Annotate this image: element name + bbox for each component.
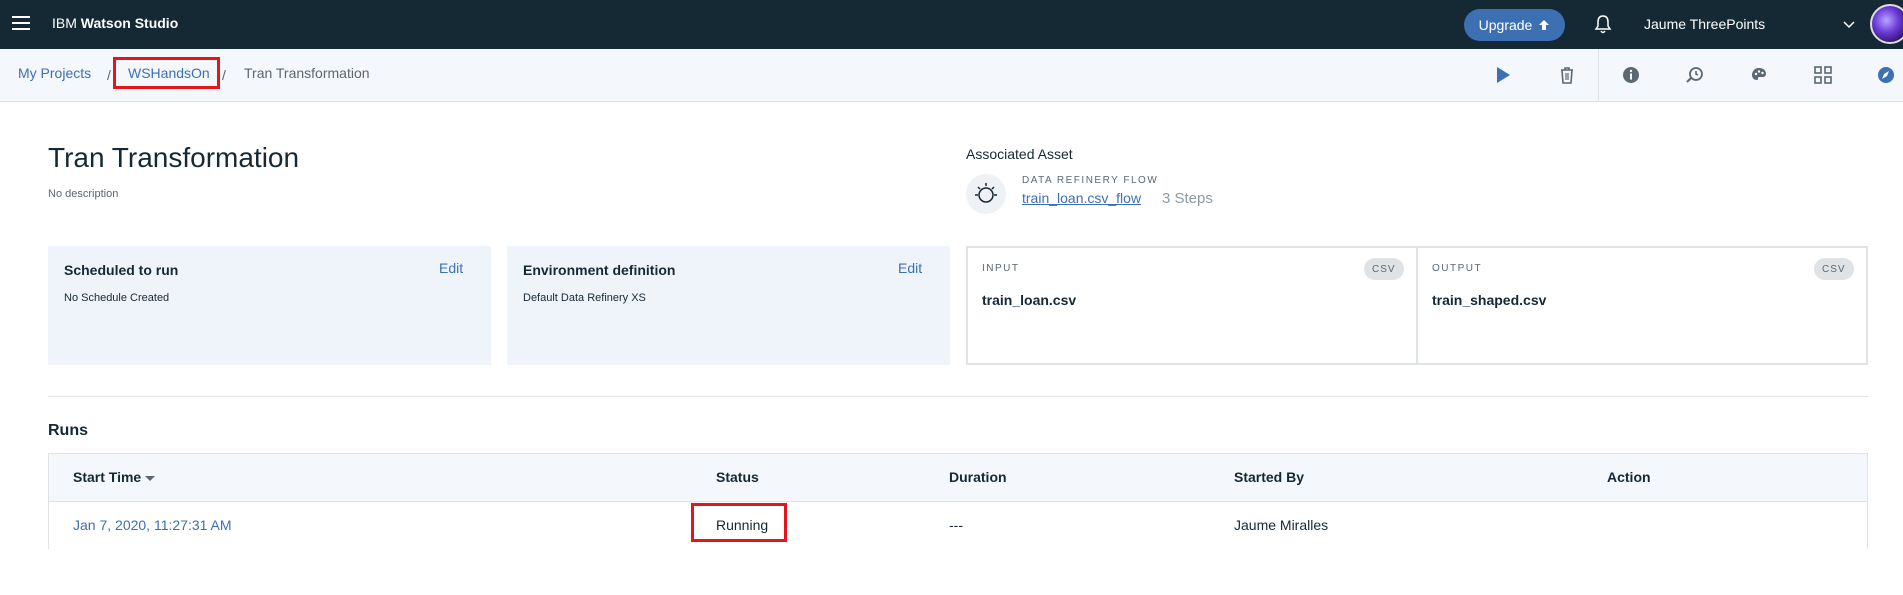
column-header-start-time[interactable]: Start Time [73,469,156,485]
input-card: INPUT CSV train_loan.csv [966,246,1418,365]
table-row: Jan 7, 2020, 11:27:31 AM Running --- Jau… [49,502,1867,549]
column-header-status: Status [716,469,759,485]
highlight-annotation-project [113,57,220,89]
asset-type-kicker: DATA REFINERY FLOW [1022,175,1159,186]
schedule-value: No Schedule Created [64,292,170,304]
data-refinery-flow-icon [966,174,1006,214]
environment-value: Default Data Refinery XS [523,292,646,304]
schedule-card-title: Scheduled to run [64,262,179,278]
sort-down-icon [145,475,156,481]
environment-edit-link[interactable]: Edit [898,260,922,276]
schedule-icon[interactable] [1685,65,1705,85]
toolbar-divider [1598,49,1599,101]
avatar[interactable] [1870,4,1903,44]
notifications-bell-icon[interactable] [1592,13,1614,35]
run-start-time-link[interactable]: Jan 7, 2020, 11:27:31 AM [73,517,232,533]
column-header-duration: Duration [949,469,1007,485]
output-card: OUTPUT CSV train_shaped.csv [1416,246,1868,365]
play-icon[interactable] [1493,65,1513,85]
input-file-name: train_loan.csv [982,292,1077,308]
breadcrumb-separator: / [107,67,111,83]
hamburger-menu-icon[interactable] [12,16,30,30]
info-icon[interactable] [1621,65,1641,85]
upgrade-label: Upgrade [1478,17,1533,33]
environment-card: Environment definition Edit Default Data… [507,246,950,365]
upgrade-arrow-icon [1539,20,1550,30]
environment-card-title: Environment definition [523,262,676,278]
highlight-annotation-status [691,503,787,542]
product-brand[interactable]: IBM Watson Studio [52,15,178,31]
schedule-card: Scheduled to run Edit No Schedule Create… [48,246,491,365]
brand-name: Watson Studio [80,15,179,31]
compass-icon[interactable] [1876,65,1896,85]
column-header-started-by: Started By [1234,469,1305,485]
associated-asset-label: Associated Asset [966,146,1073,162]
runs-table: Start Time Status Duration Started By Ac… [48,453,1868,549]
palette-icon[interactable] [1749,65,1769,85]
breadcrumb-current: Tran Transformation [244,65,370,81]
output-file-name: train_shaped.csv [1432,292,1547,308]
account-name[interactable]: Jaume ThreePoints [1644,16,1765,32]
input-format-badge: CSV [1364,258,1404,280]
top-nav-bar: IBM Watson Studio Upgrade Jaume ThreePoi… [0,0,1903,49]
flow-steps-count: 3 Steps [1162,190,1213,207]
input-kicker: INPUT [982,263,1020,274]
job-description: No description [48,188,119,200]
run-started-by: Jaume Miralles [1234,517,1329,533]
schedule-edit-link[interactable]: Edit [439,260,463,276]
page-title: Tran Transformation [48,142,300,173]
chevron-down-icon[interactable] [1843,18,1855,30]
column-header-label: Start Time [73,469,142,485]
upgrade-button[interactable]: Upgrade [1464,9,1565,41]
trash-icon[interactable] [1557,65,1577,85]
run-duration: --- [949,517,963,533]
output-kicker: OUTPUT [1432,263,1483,274]
breadcrumb-my-projects[interactable]: My Projects [18,65,91,81]
flow-link[interactable]: train_loan.csv_flow [1022,190,1141,206]
breadcrumb-separator: / [222,67,226,83]
grid-icon[interactable] [1813,65,1833,85]
runs-section-title: Runs [48,422,88,439]
brand-prefix: IBM [52,15,77,31]
table-header-row: Start Time Status Duration Started By Ac… [49,454,1867,502]
output-format-badge: CSV [1814,258,1854,280]
section-divider [48,396,1868,397]
column-header-action: Action [1607,469,1651,485]
